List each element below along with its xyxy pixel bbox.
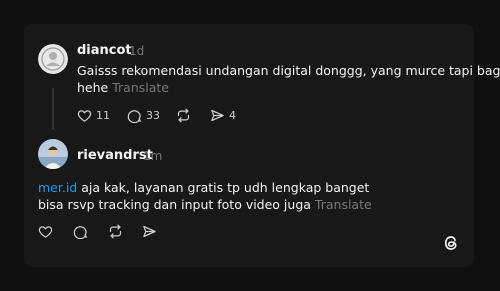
post-text: mer.id aja kak, layanan gratis tp udh le…	[38, 179, 372, 213]
post-text-line: bisa rsvp tracking dan input foto video …	[38, 197, 372, 212]
thread-card: diancot 1d Gaisss rekomendasi undangan d…	[24, 24, 500, 267]
comment-icon	[73, 226, 88, 239]
post-text-line: hehe Translate	[77, 80, 169, 95]
like-button[interactable]	[38, 224, 53, 239]
username[interactable]: diancot	[77, 43, 132, 58]
avatar[interactable]	[38, 44, 68, 74]
repost-button[interactable]	[176, 108, 191, 123]
translate-link[interactable]: Translate	[112, 80, 169, 95]
repost-button[interactable]	[108, 224, 123, 239]
send-icon	[211, 109, 224, 122]
send-icon	[143, 225, 156, 238]
like-count: 11	[96, 109, 110, 122]
comment-button[interactable]: 33	[127, 108, 160, 123]
thread-line	[52, 88, 54, 130]
post-text-line: mer.id aja kak, layanan gratis tp udh le…	[38, 180, 370, 195]
mention-link[interactable]: mer.id	[38, 180, 77, 195]
post-text: Gaisss rekomendasi undangan digital dong…	[77, 62, 500, 96]
repost-icon	[177, 108, 190, 123]
comment-count: 33	[146, 109, 160, 122]
repost-icon	[109, 224, 122, 239]
share-count: 4	[229, 109, 236, 122]
comment-icon	[127, 110, 142, 123]
heart-icon	[38, 226, 53, 238]
threads-logo-icon[interactable]	[442, 234, 460, 256]
timestamp: 1m	[143, 149, 163, 163]
translate-link[interactable]: Translate	[315, 197, 372, 212]
share-button[interactable]	[142, 224, 157, 239]
heart-icon	[77, 110, 92, 122]
share-button[interactable]: 4	[210, 108, 236, 123]
comment-button[interactable]	[73, 224, 88, 239]
username[interactable]: rievandrst	[77, 148, 153, 163]
like-button[interactable]: 11	[77, 108, 110, 123]
post-text-line: Gaisss rekomendasi undangan digital dong…	[77, 63, 500, 78]
timestamp: 1d	[129, 44, 145, 58]
avatar[interactable]	[38, 139, 68, 169]
